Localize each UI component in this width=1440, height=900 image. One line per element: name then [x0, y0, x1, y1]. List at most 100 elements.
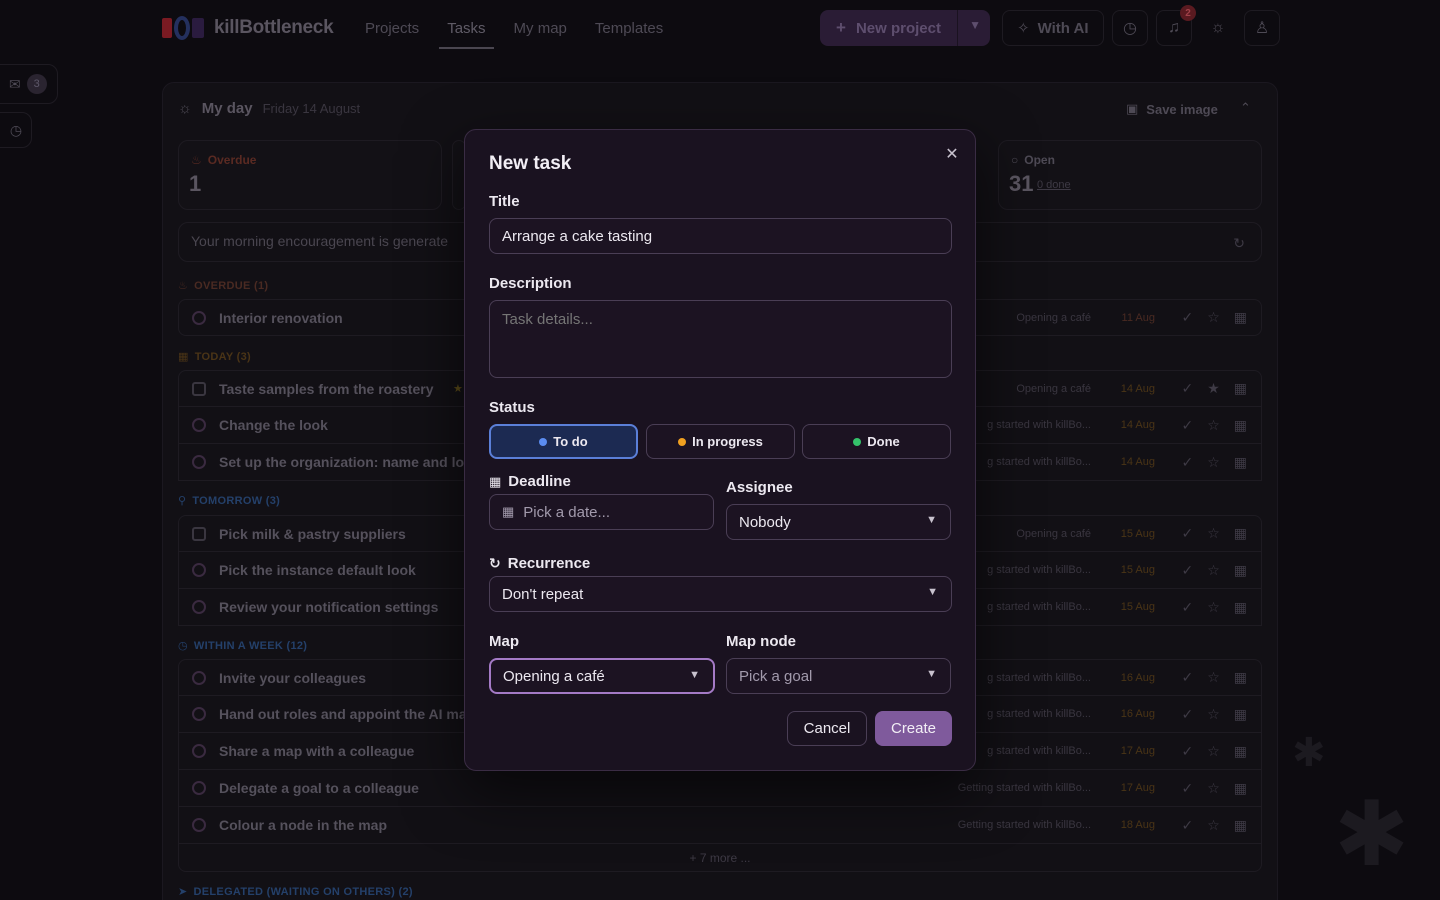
show-more-link[interactable]: + 7 more ...	[178, 844, 1262, 872]
star-icon[interactable]: ☆	[1207, 669, 1220, 686]
rail-timer-button[interactable]: ◷	[0, 112, 32, 148]
my-day-title: My day	[201, 100, 253, 117]
title-label: Title	[489, 193, 520, 210]
task-status-icon[interactable]	[192, 563, 206, 577]
map-node-select[interactable]: Pick a goal ▼	[726, 658, 951, 694]
assignee-select[interactable]: Nobody ▼	[726, 504, 951, 540]
check-icon[interactable]: ✓	[1181, 309, 1193, 326]
open-card-done[interactable]: 0 done	[1037, 179, 1071, 191]
overdue-card[interactable]: ♨ Overdue 1	[178, 140, 442, 210]
status-done-button[interactable]: Done	[802, 424, 951, 459]
theme-toggle-button[interactable]: ☼	[1200, 10, 1236, 46]
task-name: Set up the organization: name and lo	[219, 454, 465, 470]
collapse-chevron-icon[interactable]: ⌃	[1240, 100, 1251, 116]
open-card-count: 31	[1009, 171, 1034, 196]
calendar-icon[interactable]: ▦	[1234, 817, 1247, 834]
task-status-icon[interactable]	[192, 600, 206, 614]
close-icon[interactable]: ✕	[943, 146, 961, 164]
star-icon[interactable]: ☆	[1207, 599, 1220, 616]
calendar-icon[interactable]: ▦	[1234, 417, 1247, 434]
profile-button[interactable]: ♙	[1244, 10, 1280, 46]
check-icon[interactable]: ✓	[1181, 743, 1193, 760]
chevron-down-icon[interactable]: ▼	[969, 18, 981, 32]
calendar-icon[interactable]: ▦	[1234, 669, 1247, 686]
task-due: 15 Aug	[1120, 527, 1155, 540]
check-icon[interactable]: ✓	[1181, 817, 1193, 834]
task-status-icon[interactable]	[192, 381, 206, 396]
nav-tasks[interactable]: Tasks	[439, 12, 494, 49]
task-status-icon[interactable]	[192, 455, 206, 469]
map-select[interactable]: Opening a café ▼	[489, 658, 715, 694]
my-day-date: Friday 14 August	[262, 101, 361, 116]
inbox-count: 3	[26, 74, 47, 94]
task-status-icon[interactable]	[192, 310, 206, 325]
check-icon[interactable]: ✓	[1181, 780, 1193, 797]
calendar-icon[interactable]: ▦	[1234, 380, 1247, 397]
save-image-button[interactable]: ▣ Save image	[1126, 101, 1218, 117]
check-icon[interactable]: ✓	[1181, 417, 1193, 434]
star-icon[interactable]: ☆	[1207, 706, 1220, 723]
logo-mark-icon	[162, 14, 206, 42]
star-filled-icon[interactable]: ★	[1207, 380, 1220, 397]
description-textarea[interactable]	[489, 300, 952, 378]
new-project-button[interactable]: + New project ▼	[820, 10, 990, 46]
timer-button[interactable]: ◷	[1112, 10, 1148, 46]
check-icon[interactable]: ✓	[1181, 525, 1193, 542]
calendar-icon[interactable]: ▦	[1234, 525, 1247, 542]
star-icon[interactable]: ☆	[1207, 780, 1220, 797]
star-icon[interactable]: ☆	[1207, 454, 1220, 471]
task-status-icon[interactable]	[192, 526, 206, 541]
calendar-icon[interactable]: ▦	[1234, 706, 1247, 723]
create-button[interactable]: Create	[875, 711, 952, 746]
with-ai-button[interactable]: ✧ With AI	[1002, 10, 1104, 46]
star-icon[interactable]: ☆	[1207, 743, 1220, 760]
status-in-progress-button[interactable]: In progress	[646, 424, 795, 459]
task-status-icon[interactable]	[192, 707, 206, 721]
nav-my-map[interactable]: My map	[514, 12, 567, 45]
task-row[interactable]: Delegate a goal to a colleague Getting s…	[178, 770, 1262, 807]
cancel-button[interactable]: Cancel	[787, 711, 867, 746]
task-status-icon[interactable]	[192, 781, 206, 795]
star-icon[interactable]: ☆	[1207, 525, 1220, 542]
inbox-button[interactable]: ✉ 3	[0, 64, 58, 104]
check-icon[interactable]: ✓	[1181, 669, 1193, 686]
check-icon[interactable]: ✓	[1181, 380, 1193, 397]
nav-projects[interactable]: Projects	[365, 12, 419, 45]
new-project-label: New project	[855, 19, 941, 37]
refresh-icon[interactable]: ↻	[1233, 235, 1245, 252]
recurrence-select[interactable]: Don't repeat ▼	[489, 576, 952, 612]
calendar-icon: ▦	[178, 351, 189, 363]
task-name: Share a map with a colleague	[219, 743, 415, 759]
star-icon[interactable]: ☆	[1207, 309, 1220, 326]
star-icon[interactable]: ☆	[1207, 817, 1220, 834]
task-status-icon[interactable]	[192, 418, 206, 432]
task-status-icon[interactable]	[192, 670, 206, 685]
top-bar: killBottleneck Projects Tasks My map Tem…	[0, 0, 1440, 56]
calendar-icon[interactable]: ▦	[1234, 780, 1247, 797]
calendar-icon[interactable]: ▦	[1234, 309, 1247, 326]
recurrence-value: Don't repeat	[502, 585, 584, 603]
deadline-picker[interactable]: ▦ Pick a date...	[489, 494, 714, 530]
open-card[interactable]: ○ Open 31 0 done	[998, 140, 1262, 210]
task-due: 14 Aug	[1120, 456, 1155, 468]
star-icon[interactable]: ☆	[1207, 562, 1220, 579]
calendar-icon[interactable]: ▦	[1234, 743, 1247, 760]
task-name: Hand out roles and appoint the AI ma	[219, 706, 467, 722]
app-logo[interactable]: killBottleneck	[162, 14, 334, 42]
task-status-icon[interactable]	[192, 818, 206, 832]
status-todo-button[interactable]: To do	[489, 424, 638, 459]
star-icon[interactable]: ☆	[1207, 417, 1220, 434]
flame-icon: ♨	[191, 153, 202, 167]
check-icon[interactable]: ✓	[1181, 706, 1193, 723]
check-icon[interactable]: ✓	[1181, 454, 1193, 471]
nav-templates[interactable]: Templates	[595, 12, 663, 45]
check-icon[interactable]: ✓	[1181, 562, 1193, 579]
task-row[interactable]: Colour a node in the map Getting started…	[178, 807, 1262, 844]
check-icon[interactable]: ✓	[1181, 599, 1193, 616]
calendar-icon[interactable]: ▦	[1234, 599, 1247, 616]
task-status-icon[interactable]	[192, 744, 206, 758]
calendar-icon[interactable]: ▦	[1234, 562, 1247, 579]
title-input[interactable]: Arrange a cake tasting	[489, 218, 952, 254]
calendar-icon[interactable]: ▦	[1234, 454, 1247, 471]
task-map: g started with killBo...	[987, 671, 1091, 684]
